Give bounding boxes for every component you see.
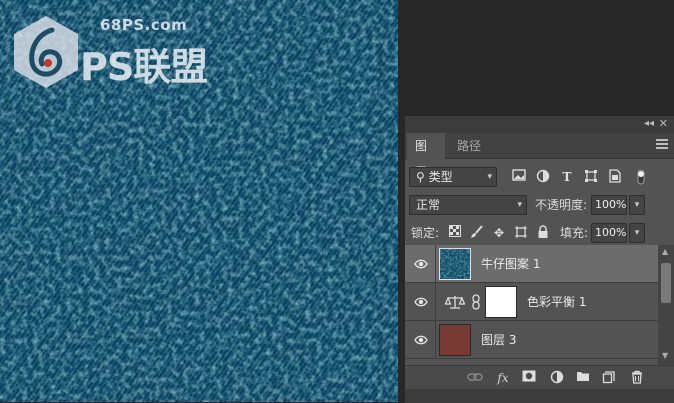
double-chevron-right-icon[interactable]: ◂◂ xyxy=(644,118,654,129)
new-group-icon[interactable] xyxy=(575,370,591,386)
link-layers-icon[interactable] xyxy=(467,370,483,386)
chain-link-icon[interactable] xyxy=(472,294,480,310)
fx-icon[interactable]: fx xyxy=(495,370,511,386)
lock-artboard-icon[interactable] xyxy=(513,225,529,241)
layer-name[interactable]: 牛仔图案 1 xyxy=(481,245,540,283)
image-filter-icon[interactable] xyxy=(511,169,527,185)
opacity-label: 不透明度: xyxy=(535,198,588,212)
scroll-up-icon[interactable]: ▲ xyxy=(662,247,668,256)
delete-layer-icon[interactable] xyxy=(629,370,645,386)
layers-bottom-toolbar: fx xyxy=(405,365,674,389)
document-canvas[interactable]: 68PS.com PS联盟 xyxy=(0,0,398,402)
eye-icon[interactable] xyxy=(414,334,428,346)
chevron-down-icon: ▾ xyxy=(517,200,522,210)
layer-name[interactable]: 图层 3 xyxy=(481,321,516,359)
layer-thumbnail xyxy=(439,324,471,356)
lock-pixels-icon[interactable] xyxy=(469,225,485,241)
blend-mode-dropdown[interactable]: 正常 ▾ xyxy=(409,195,527,215)
layers-list: 牛仔图案 1 色彩平衡 1 图层 3 xyxy=(405,245,658,365)
scroll-down-icon[interactable]: ▼ xyxy=(662,351,668,360)
layer-row-color-balance[interactable]: 色彩平衡 1 xyxy=(405,283,658,321)
scrollbar-thumb[interactable] xyxy=(661,263,671,303)
fill-input[interactable]: 100% xyxy=(591,223,627,243)
layer-name[interactable]: 色彩平衡 1 xyxy=(527,283,586,321)
search-icon: ⚲ xyxy=(416,170,425,184)
filter-type-dropdown[interactable]: ⚲ 类型 ▾ xyxy=(409,167,497,187)
eye-icon[interactable] xyxy=(414,258,428,270)
lock-label: 锁定: xyxy=(411,226,440,240)
lock-row: 锁定: ✥ 填充: 100% ▾ xyxy=(405,221,674,245)
balance-scale-icon xyxy=(445,296,465,309)
blend-row: 正常 ▾ 不透明度: 100% ▾ xyxy=(405,193,674,217)
layers-panel: ◂◂ ✕ 图层 路径 ⚲ 类型 ▾ T 正常 xyxy=(405,116,674,403)
ps-league-logo-icon xyxy=(14,16,78,88)
layer-row-layer-3[interactable]: 图层 3 xyxy=(405,321,658,359)
filter-toggle-icon[interactable] xyxy=(633,169,649,185)
eye-icon[interactable] xyxy=(414,296,428,308)
panel-tabs: 图层 路径 xyxy=(405,133,674,179)
panel-title-bar[interactable]: ◂◂ ✕ xyxy=(405,117,674,133)
layers-scrollbar[interactable]: ▲ ▼ xyxy=(658,245,674,365)
new-adjustment-icon[interactable] xyxy=(549,370,565,386)
panel-resize-grip[interactable] xyxy=(405,389,674,403)
layer-row-denim-pattern[interactable]: 牛仔图案 1 xyxy=(405,245,658,283)
opacity-input[interactable]: 100% xyxy=(591,195,627,215)
layer-thumbnail xyxy=(439,248,471,280)
filter-type-value: 类型 xyxy=(428,170,453,184)
new-layer-icon[interactable] xyxy=(601,370,617,386)
tab-paths[interactable]: 路径 xyxy=(449,133,489,159)
lock-transparency-icon[interactable] xyxy=(447,225,463,241)
shape-filter-icon[interactable] xyxy=(583,169,599,185)
tab-layers[interactable]: 图层 xyxy=(407,133,445,179)
watermark-brand: PS联盟 xyxy=(80,45,208,89)
smart-object-filter-icon[interactable] xyxy=(607,169,623,185)
blend-mode-value: 正常 xyxy=(416,198,441,212)
filter-row: ⚲ 类型 ▾ T xyxy=(405,165,674,189)
chevron-down-icon: ▾ xyxy=(487,172,492,182)
layer-mask-thumbnail[interactable] xyxy=(485,286,517,318)
fill-dropdown-button[interactable]: ▾ xyxy=(629,223,645,243)
lock-position-icon[interactable]: ✥ xyxy=(491,225,507,241)
adjustment-filter-icon[interactable] xyxy=(535,169,551,185)
hamburger-menu-icon[interactable] xyxy=(656,139,668,149)
opacity-dropdown-button[interactable]: ▾ xyxy=(629,195,645,215)
add-mask-icon[interactable] xyxy=(521,370,537,386)
type-filter-icon[interactable]: T xyxy=(559,169,575,185)
fill-label: 填充: xyxy=(560,226,589,240)
close-icon[interactable]: ✕ xyxy=(659,117,668,130)
watermark-url: 68PS.com xyxy=(100,16,188,34)
lock-all-icon[interactable] xyxy=(535,225,551,241)
